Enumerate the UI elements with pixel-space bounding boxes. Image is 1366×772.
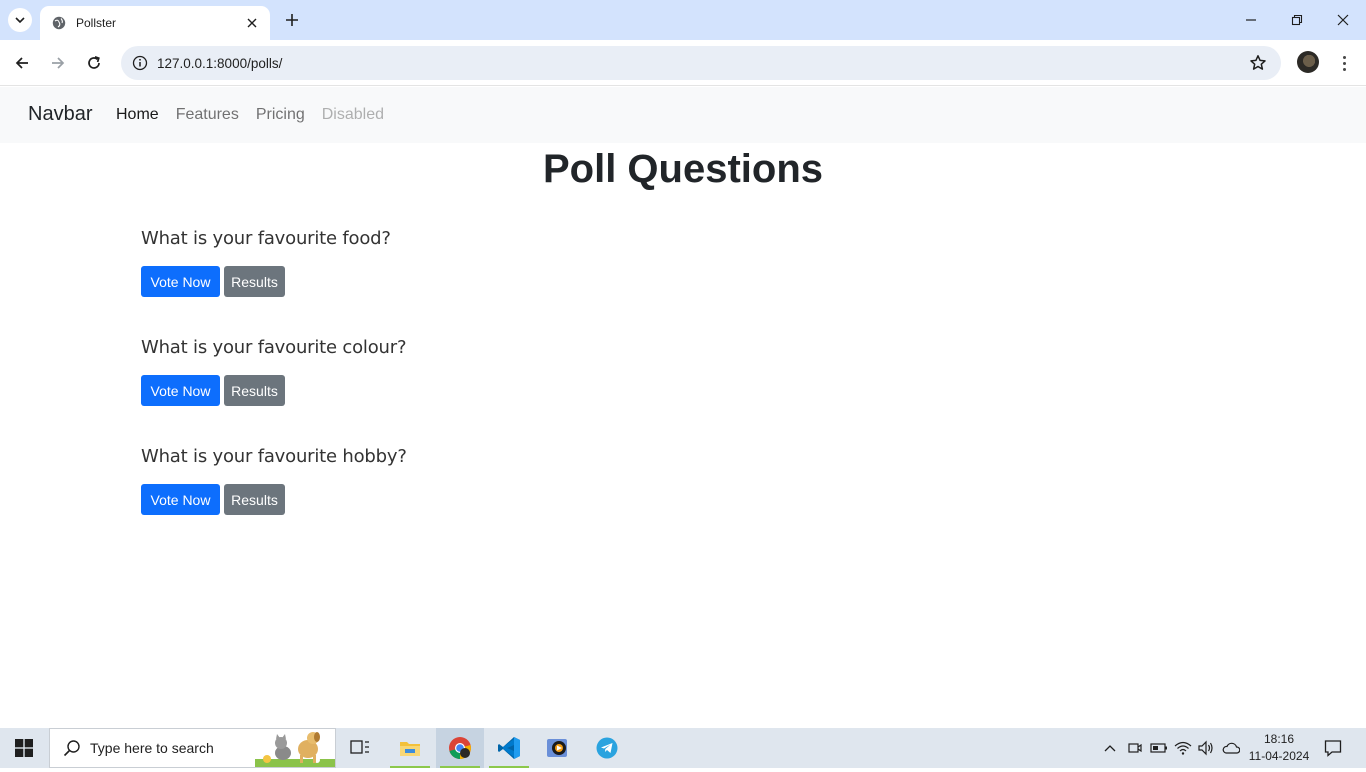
windows-logo-icon: [15, 739, 33, 757]
nav-links: Home Features Pricing Disabled: [116, 106, 401, 124]
file-explorer-icon: [400, 742, 420, 756]
minimize-button[interactable]: [1239, 8, 1263, 32]
results-button[interactable]: Results: [224, 375, 285, 406]
notifications-button[interactable]: [1322, 737, 1344, 759]
globe-icon: [52, 16, 66, 30]
nav-link-home[interactable]: Home: [116, 106, 159, 124]
file-explorer-button[interactable]: [386, 728, 434, 768]
chrome-icon: [449, 737, 471, 759]
volume-icon[interactable]: [1196, 738, 1216, 758]
browser-toolbar: 127.0.0.1:8000/polls/: [0, 40, 1366, 86]
page-title: Poll Questions: [542, 147, 824, 191]
plus-icon: [286, 14, 298, 26]
telegram-button[interactable]: [583, 728, 631, 768]
bookmark-star-icon[interactable]: [1247, 52, 1269, 74]
restore-button[interactable]: [1285, 8, 1309, 32]
site-navbar: Navbar Home Features Pricing Disabled: [0, 87, 1366, 143]
nav-link-disabled: Disabled: [321, 106, 384, 123]
system-clock[interactable]: 18:16 11-04-2024: [1246, 731, 1312, 765]
poll-item: What is your favourite food? Vote Now Re…: [141, 228, 391, 297]
profile-avatar[interactable]: [1297, 51, 1319, 73]
restore-icon: [1291, 14, 1303, 26]
back-button[interactable]: [10, 51, 34, 75]
poll-question: What is your favourite colour?: [141, 337, 407, 358]
telegram-icon: [596, 737, 618, 759]
nav-link-features[interactable]: Features: [176, 106, 239, 124]
battery-icon[interactable]: [1149, 738, 1169, 758]
close-window-button[interactable]: [1331, 8, 1355, 32]
poll-question: What is your favourite food?: [141, 228, 391, 249]
onedrive-icon[interactable]: [1221, 738, 1241, 758]
start-button[interactable]: [0, 728, 48, 768]
vote-now-button[interactable]: Vote Now: [141, 266, 220, 297]
browser-tabstrip: Pollster: [0, 0, 1366, 40]
address-bar[interactable]: 127.0.0.1:8000/polls/: [121, 46, 1281, 80]
meet-now-icon[interactable]: [1125, 738, 1145, 758]
media-player-icon: [547, 739, 567, 757]
vote-now-button[interactable]: Vote Now: [141, 484, 220, 515]
navbar-brand[interactable]: Navbar: [28, 103, 92, 126]
forward-button[interactable]: [46, 51, 70, 75]
chrome-taskbar-button[interactable]: [436, 728, 484, 768]
taskbar: Type here to search 18:16 11-04-2024: [0, 728, 1366, 768]
tab-title: Pollster: [76, 16, 117, 30]
new-tab-button[interactable]: [282, 10, 302, 30]
tab-search-button[interactable]: [8, 8, 32, 32]
chevron-down-icon: [15, 17, 25, 24]
minimize-icon: [1246, 19, 1256, 21]
vote-now-button[interactable]: Vote Now: [141, 375, 220, 406]
site-info-icon[interactable]: [131, 54, 149, 72]
search-highlight-illustration: [255, 729, 335, 767]
show-hidden-icons[interactable]: [1100, 738, 1120, 758]
notification-icon: [1324, 740, 1342, 757]
results-button[interactable]: Results: [224, 266, 285, 297]
poll-actions: Vote Now Results: [141, 266, 391, 297]
poll-question: What is your favourite hobby?: [141, 446, 407, 467]
browser-tab[interactable]: Pollster: [40, 6, 270, 40]
url-text[interactable]: 127.0.0.1:8000/polls/: [157, 56, 1247, 71]
task-view-button[interactable]: [336, 728, 384, 768]
search-icon: [62, 738, 82, 758]
tab-close-icon[interactable]: [244, 15, 260, 31]
search-placeholder: Type here to search: [90, 740, 214, 756]
vscode-icon: [498, 737, 520, 759]
poll-actions: Vote Now Results: [141, 484, 407, 515]
clock-date: 11-04-2024: [1248, 749, 1310, 763]
close-icon: [1337, 14, 1349, 26]
poll-item: What is your favourite hobby? Vote Now R…: [141, 446, 407, 515]
reload-button[interactable]: [82, 51, 106, 75]
arrow-left-icon: [15, 57, 28, 69]
page-viewport: Navbar Home Features Pricing Disabled Po…: [0, 87, 1366, 728]
poll-actions: Vote Now Results: [141, 375, 406, 406]
vscode-taskbar-button[interactable]: [485, 728, 533, 768]
poll-item: What is your favourite colour? Vote Now …: [141, 337, 406, 406]
arrow-right-icon: [52, 57, 65, 69]
nav-link-pricing[interactable]: Pricing: [256, 106, 305, 124]
taskbar-search[interactable]: Type here to search: [49, 728, 336, 768]
reload-icon: [88, 56, 100, 69]
results-button[interactable]: Results: [224, 484, 285, 515]
media-player-button[interactable]: [534, 728, 582, 768]
task-view-icon: [350, 740, 369, 754]
clock-time: 18:16: [1263, 732, 1295, 746]
chevron-up-icon: [1104, 745, 1116, 752]
wifi-icon[interactable]: [1173, 738, 1193, 758]
browser-menu-icon[interactable]: [1334, 51, 1354, 75]
